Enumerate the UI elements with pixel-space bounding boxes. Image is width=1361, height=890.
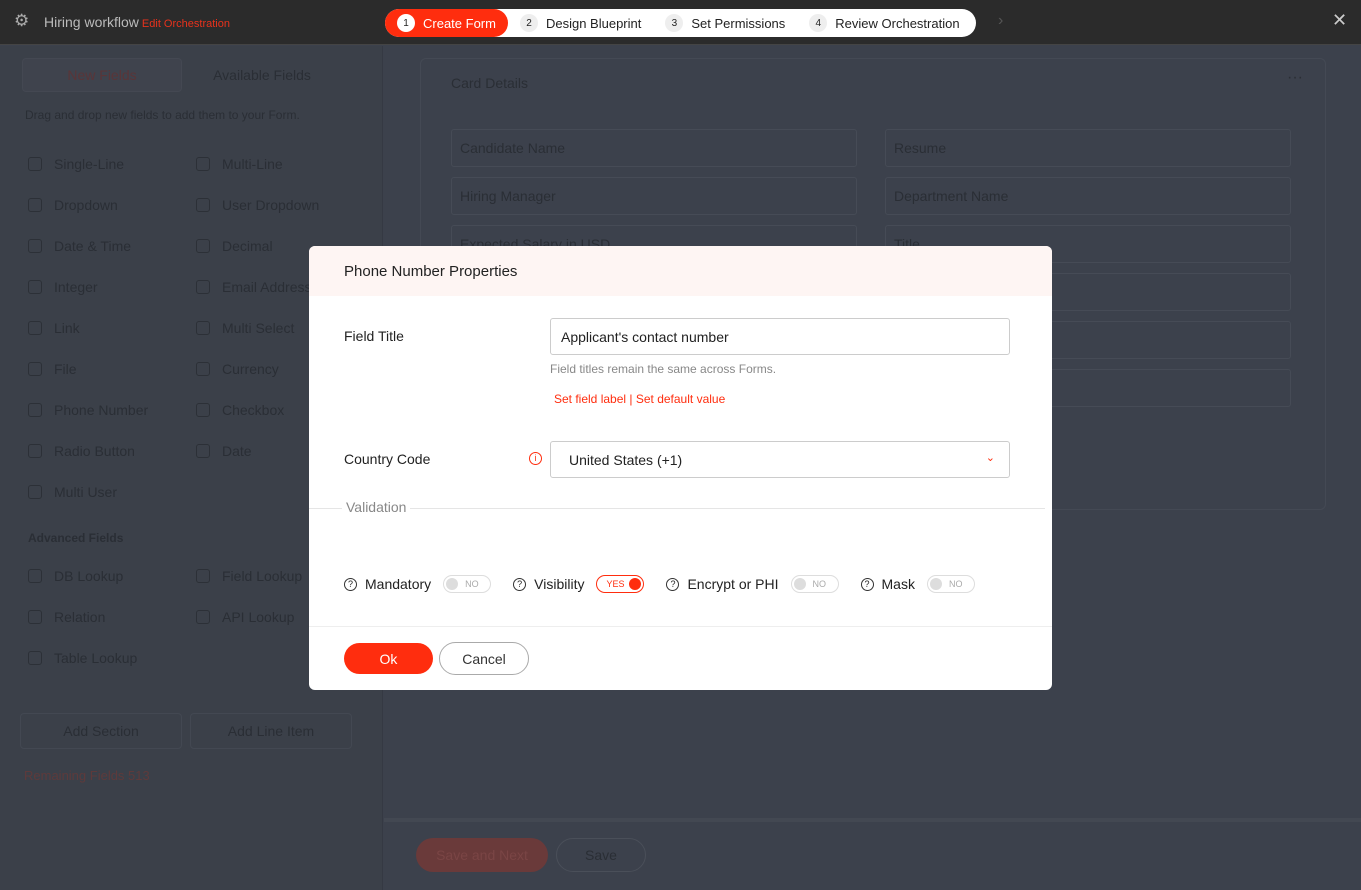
mandatory-toggle[interactable]: NO [443, 575, 492, 593]
field-type-icon [196, 320, 210, 335]
field-type-icon [28, 320, 42, 335]
step-design-blueprint[interactable]: 2 Design Blueprint [508, 9, 653, 37]
field-type-icon [28, 361, 42, 376]
field-type-radio-button[interactable]: Radio Button [28, 441, 196, 460]
app-title: Hiring workflow Edit Orchestration [44, 14, 230, 30]
country-code-select[interactable]: United States (+1) ⌄ [550, 441, 1010, 478]
field-type-icon [196, 279, 210, 294]
ok-button[interactable]: Ok [344, 643, 433, 674]
cancel-button[interactable]: Cancel [439, 642, 529, 675]
field-type-dropdown[interactable]: Dropdown [28, 195, 196, 214]
field-type-file[interactable]: File [28, 359, 196, 378]
form-field[interactable]: Candidate Name [451, 129, 857, 167]
section-title: Card Details [451, 75, 529, 91]
validation-heading: Validation [342, 499, 411, 515]
field-type-multi-user[interactable]: Multi User [28, 482, 196, 501]
field-type-icon [196, 402, 210, 417]
close-icon[interactable]: ✕ [1332, 10, 1347, 31]
help-icon[interactable]: ? [513, 577, 527, 591]
field-type-user-dropdown[interactable]: User Dropdown [196, 195, 364, 214]
field-type-link[interactable]: Link [28, 318, 196, 337]
step-set-permissions[interactable]: 3 Set Permissions [653, 9, 797, 37]
field-type-date-time[interactable]: Date & Time [28, 236, 196, 255]
chevron-right-icon[interactable]: › [998, 12, 1003, 30]
field-type-icon [196, 197, 210, 212]
info-icon[interactable]: i [529, 452, 542, 465]
toggle-label: Encrypt or PHI [687, 576, 779, 592]
field-type-phone-number[interactable]: Phone Number [28, 400, 196, 419]
field-type-db-lookup[interactable]: DB Lookup [28, 566, 196, 585]
toggle-label: Mask [881, 576, 915, 592]
encrypt-or-phi-toggle[interactable]: NO [790, 575, 839, 593]
form-field[interactable]: Hiring Manager [451, 177, 857, 215]
field-type-icon [28, 609, 42, 624]
palette-hint: Drag and drop new fields to add them to … [25, 108, 300, 122]
edit-orchestration-label: Edit Orchestration [141, 18, 230, 30]
mask-toggle[interactable]: NO [926, 575, 975, 593]
add-line-item-button[interactable]: Add Line Item [190, 713, 352, 749]
form-field[interactable]: Resume [885, 129, 1291, 167]
add-section-button[interactable]: Add Section [20, 713, 182, 749]
toggle-label: Mandatory [365, 576, 432, 592]
tab-available-fields[interactable]: Available Fields [182, 58, 342, 92]
field-type-icon [196, 443, 210, 458]
field-title-help: Field titles remain the same across Form… [550, 362, 777, 376]
field-type-icon [196, 238, 210, 253]
field-type-icon [28, 279, 42, 294]
field-type-icon [28, 402, 42, 417]
field-type-relation[interactable]: Relation [28, 607, 196, 626]
dialog-title: Phone Number Properties [309, 246, 1052, 296]
field-type-multi-line[interactable]: Multi-Line [196, 154, 364, 173]
field-type-icon [28, 568, 42, 583]
field-type-single-line[interactable]: Single-Line [28, 154, 196, 173]
top-bar: ⚙ Hiring workflow Edit Orchestration 1 Cre… [0, 0, 1361, 45]
field-type-integer[interactable]: Integer [28, 277, 196, 296]
field-type-icon [196, 156, 210, 171]
divider [309, 626, 1052, 627]
chevron-down-icon: ⌄ [985, 452, 995, 464]
visibility-toggle[interactable]: YES [596, 575, 645, 593]
field-type-table-lookup[interactable]: Table Lookup [28, 648, 196, 667]
field-type-icon [28, 484, 42, 499]
save-button[interactable]: Save [556, 838, 646, 872]
set-field-label-link[interactable]: Set field label [554, 392, 626, 406]
help-icon[interactable]: ? [344, 577, 357, 591]
tab-new-fields[interactable]: New Fields [22, 58, 182, 92]
toggle-label: Visibility [534, 576, 585, 592]
more-icon[interactable]: ··· [1287, 69, 1303, 87]
field-title-input[interactable]: Applicant's contact number [550, 318, 1010, 355]
step-review-orchestration[interactable]: 4 Review Orchestration [797, 9, 971, 37]
stepper: 1 Create Form 2 Design Blueprint 3 Set Perm… [385, 9, 976, 37]
field-title-label: Field Title [344, 328, 404, 344]
phone-number-properties-dialog: Phone Number Properties Field Title Appl… [309, 246, 1052, 690]
help-icon[interactable]: ? [666, 577, 680, 591]
field-type-icon [196, 361, 210, 376]
field-type-icon [28, 197, 42, 212]
country-code-label: Country Code [344, 451, 431, 467]
step-create-form[interactable]: 1 Create Form [385, 9, 508, 37]
save-and-next-button[interactable]: Save and Next [416, 838, 548, 872]
field-type-icon [196, 609, 210, 624]
divider [309, 508, 1045, 509]
field-type-icon [196, 568, 210, 583]
help-icon[interactable]: ? [860, 577, 874, 591]
set-default-value-link[interactable]: Set default value [636, 392, 725, 406]
field-type-icon [28, 443, 42, 458]
field-type-icon [28, 156, 42, 171]
field-type-icon [28, 650, 42, 665]
bottom-bar: Save and Next Save [384, 818, 1361, 890]
workflow-logo-icon: ⚙ [14, 11, 30, 30]
form-field[interactable]: Department Name [885, 177, 1291, 215]
field-type-icon [28, 238, 42, 253]
remaining-fields: Remaining Fields 513 [24, 768, 150, 783]
advanced-fields-heading: Advanced Fields [28, 531, 124, 545]
